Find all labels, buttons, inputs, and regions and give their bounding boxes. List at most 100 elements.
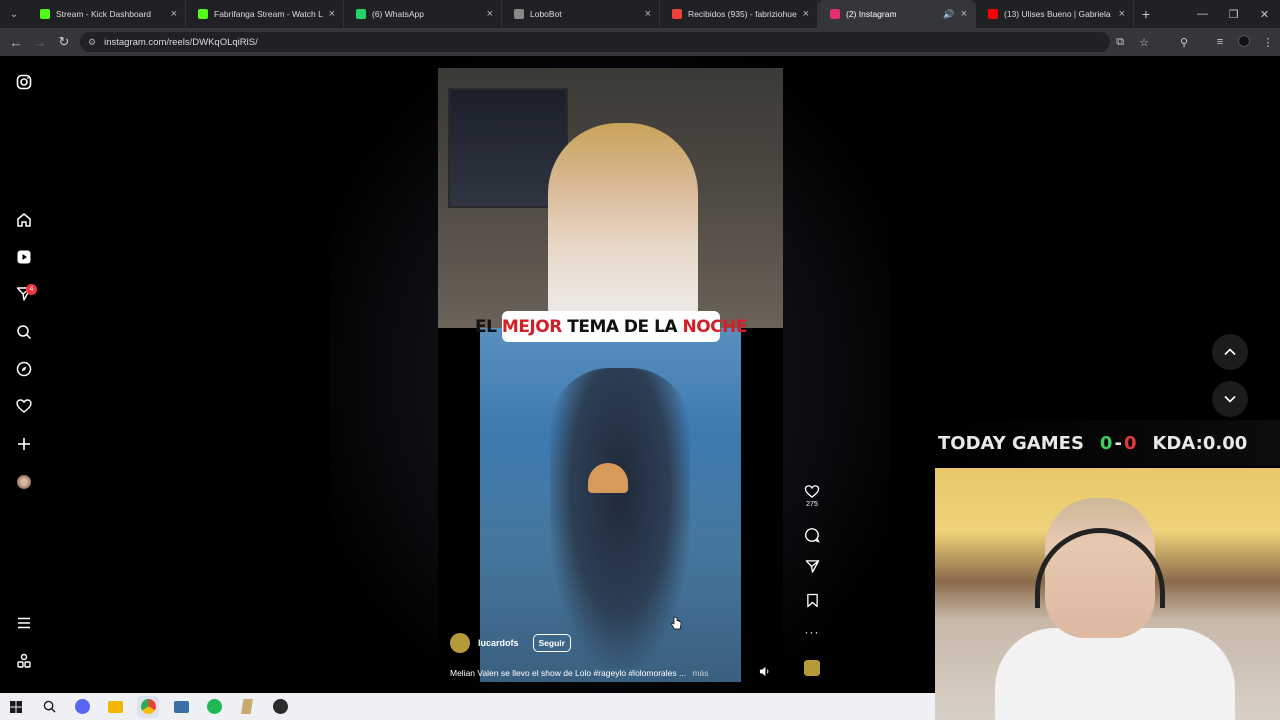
chrome-icon[interactable] — [137, 695, 159, 718]
author-username[interactable]: lucardofs — [478, 638, 519, 648]
tab-audio-icon[interactable]: 🔊 — [943, 9, 954, 20]
tab-groups-icon[interactable]: ≡ — [1208, 36, 1232, 48]
like-heart-icon[interactable] — [804, 484, 820, 499]
restore-icon[interactable]: ❐ — [1218, 0, 1249, 28]
app-window-icon[interactable] — [170, 696, 192, 718]
also-from-meta-icon[interactable] — [14, 651, 34, 671]
windows-start-icon[interactable] — [5, 696, 27, 718]
comment-icon[interactable] — [804, 527, 820, 543]
obs-icon[interactable] — [269, 696, 291, 718]
reel-upper-frame — [438, 68, 783, 328]
taskbar-search-icon[interactable] — [38, 696, 60, 718]
search-icon[interactable] — [14, 322, 34, 342]
reel-lower-frame — [480, 328, 741, 682]
tab-close-icon[interactable]: × — [329, 8, 335, 20]
tab-favicon-icon — [988, 9, 998, 19]
discord-icon[interactable] — [71, 696, 93, 718]
reels-icon[interactable] — [14, 247, 34, 267]
url-text: instagram.com/reels/DWKqOLqiRlS/ — [104, 36, 258, 48]
site-info-icon[interactable]: ⚙ — [88, 37, 96, 48]
tab-favicon-icon — [830, 9, 840, 19]
profile-avatar-icon[interactable] — [14, 472, 34, 492]
stream-score-overlay: TODAY GAMES 0 - 0 KDA: 0.00 — [936, 420, 1280, 466]
today-games-label: TODAY GAMES — [938, 432, 1084, 454]
audio-thumbnail[interactable] — [804, 660, 820, 676]
file-explorer-icon[interactable] — [104, 696, 126, 718]
tab-favicon-icon — [672, 9, 682, 19]
tab-close-icon[interactable]: × — [645, 8, 651, 20]
bookmark-star-icon[interactable]: ☆ — [1132, 36, 1156, 49]
explore-compass-icon[interactable] — [14, 359, 34, 379]
volume-icon[interactable] — [757, 664, 771, 678]
extensions-icon[interactable]: ⚲ — [1172, 36, 1196, 49]
mouse-cursor-icon — [670, 616, 682, 635]
browser-tab[interactable]: Stream - Kick Dashboard × — [28, 0, 186, 28]
caption-part-3: TEMA DE LA — [561, 316, 683, 337]
reel-author-row: lucardofs Seguir — [450, 633, 571, 653]
create-plus-icon[interactable] — [14, 434, 34, 454]
reel-description: Melian Valen se llevo el show de Lolo #r… — [450, 668, 709, 678]
install-app-icon[interactable]: ⧉ — [1108, 36, 1132, 49]
caption-part-1: EL — [475, 316, 502, 337]
tab-title: (6) WhatsApp — [372, 9, 424, 19]
address-bar-row: ← → ↻ ⚙ instagram.com/reels/DWKqOLqiRlS/… — [0, 28, 1280, 56]
spotify-icon[interactable] — [203, 696, 225, 718]
tab-close-icon[interactable]: × — [803, 8, 809, 20]
previous-reel-button[interactable] — [1212, 334, 1248, 370]
browser-tab[interactable]: (6) WhatsApp × — [344, 0, 502, 28]
reel-caption-banner: EL MEJOR TEMA DE LA NOCHE — [475, 311, 747, 342]
more-menu-icon[interactable] — [14, 613, 34, 633]
reload-icon[interactable]: ↻ — [52, 34, 76, 50]
league-of-legends-icon[interactable] — [236, 696, 258, 718]
browser-tab-strip: ⌄ Stream - Kick Dashboard × Fabrifanga Str… — [0, 0, 1280, 28]
reel-video[interactable]: EL MEJOR TEMA DE LA NOCHE lucardofs Segu… — [438, 68, 783, 682]
new-tab-button[interactable]: + — [1134, 6, 1158, 22]
tab-title: (2) Instagram — [846, 9, 897, 19]
ellipsis-icon[interactable]: ··· — [805, 626, 820, 638]
likes-count: 275 — [806, 501, 818, 508]
instagram-logo-icon[interactable] — [14, 72, 34, 92]
tab-close-icon[interactable]: × — [961, 8, 967, 20]
like-action[interactable]: 275 — [800, 484, 824, 508]
browser-menu-icon[interactable]: ⋮ — [1256, 36, 1280, 49]
next-reel-button[interactable] — [1212, 381, 1248, 417]
share-icon[interactable] — [805, 559, 820, 574]
more-options-action[interactable]: ··· — [800, 626, 824, 638]
tab-close-icon[interactable]: × — [1119, 8, 1125, 20]
follow-button[interactable]: Seguir — [532, 634, 571, 652]
windows-taskbar — [0, 693, 935, 720]
bookmark-icon[interactable] — [806, 593, 819, 608]
browser-tab[interactable]: (2) Instagram 🔊 × — [818, 0, 976, 28]
browser-tab[interactable]: (13) Ulises Bueno | Gabriela - Y × — [976, 0, 1134, 28]
notification-badge: 4 — [26, 284, 37, 295]
tab-favicon-icon — [356, 9, 366, 19]
browser-tab[interactable]: LoboBot × — [502, 0, 660, 28]
home-icon[interactable] — [14, 210, 34, 230]
caption-part-2: MEJOR — [501, 316, 562, 337]
url-field[interactable]: ⚙ instagram.com/reels/DWKqOLqiRlS/ — [80, 32, 1110, 52]
losses-count: 0 — [1123, 432, 1137, 454]
tab-search-icon[interactable]: ⌄ — [0, 0, 28, 28]
tab-close-icon[interactable]: × — [171, 8, 177, 20]
instagram-sidebar: 4 — [0, 56, 48, 693]
author-avatar[interactable] — [450, 633, 470, 653]
chevron-up-icon — [1224, 348, 1236, 356]
profile-avatar[interactable] — [1232, 34, 1256, 50]
more-link[interactable]: más — [692, 668, 708, 678]
back-icon[interactable]: ← — [4, 35, 28, 50]
tab-close-icon[interactable]: × — [487, 8, 493, 20]
share-action[interactable] — [800, 559, 824, 574]
tab-title: (13) Ulises Bueno | Gabriela - Y — [1004, 9, 1113, 19]
browser-tab[interactable]: Recibidos (935) - fabriziohue × — [660, 0, 818, 28]
forward-icon[interactable]: → — [28, 35, 52, 50]
heart-notifications-icon[interactable] — [14, 396, 34, 416]
caption-part-4: NOCHE — [682, 316, 747, 337]
description-text: Melian Valen se llevo el show de Lolo #r… — [450, 668, 687, 678]
browser-tab[interactable]: Fabrifanga Stream - Watch Live × — [186, 0, 344, 28]
comment-action[interactable] — [800, 527, 824, 543]
minimize-icon[interactable]: — — [1187, 0, 1218, 28]
chevron-down-icon — [1224, 395, 1236, 403]
tab-favicon-icon — [514, 9, 524, 19]
close-window-icon[interactable]: ✕ — [1249, 0, 1280, 28]
save-action[interactable] — [800, 593, 824, 608]
